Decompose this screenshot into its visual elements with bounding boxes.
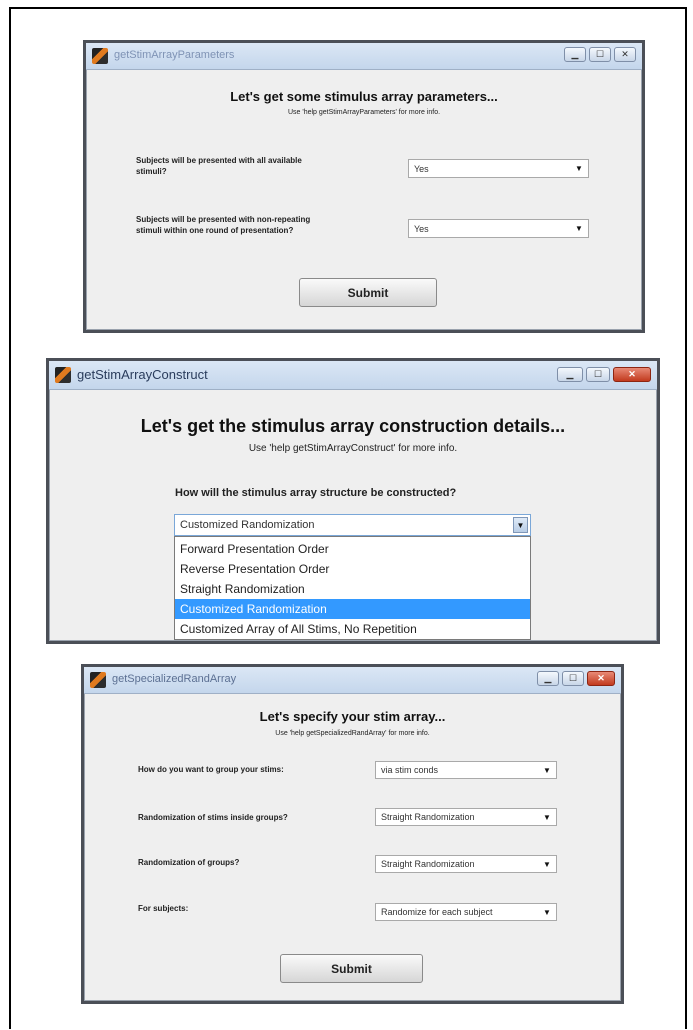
selected-value: Yes: [414, 163, 429, 174]
for-subjects-label: For subjects:: [138, 904, 189, 913]
maximize-button[interactable]: ☐: [589, 47, 611, 62]
heading: Let's get some stimulus array parameters…: [230, 89, 498, 104]
titlebar[interactable]: getSpecializedRandArray ▁ ☐ ✕: [84, 667, 621, 694]
selected-value: Straight Randomization: [381, 812, 475, 822]
heading: Let's get the stimulus array constructio…: [140, 416, 566, 436]
close-button[interactable]: ✕: [614, 47, 636, 62]
dropdown-arrow-icon[interactable]: ▼: [540, 858, 554, 870]
matlab-app-icon: [90, 672, 106, 688]
question-all-stimuli-label: Subjects will be presented with all avai…: [136, 156, 302, 176]
dropdown-option-selected[interactable]: Customized Randomization: [175, 599, 530, 619]
submit-button[interactable]: Submit: [299, 278, 437, 307]
help-hint: Use 'help getSpecializedRandArray' for m…: [275, 730, 430, 737]
all-stimuli-select[interactable]: Yes ▼: [408, 159, 589, 178]
close-button[interactable]: ✕: [587, 671, 615, 686]
selected-value: Yes: [414, 223, 429, 234]
dropdown-arrow-icon[interactable]: ▼: [540, 764, 554, 776]
minimize-button[interactable]: ▁: [537, 671, 559, 686]
window-title: getStimArrayParameters: [114, 49, 235, 61]
randomization-of-groups-label: Randomization of groups?: [138, 858, 240, 867]
window-title: getStimArrayConstruct: [77, 367, 208, 382]
construction-select[interactable]: Customized Randomization ▼: [174, 514, 531, 536]
dropdown-option[interactable]: Straight Randomization: [175, 579, 530, 599]
minimize-button[interactable]: ▁: [564, 47, 586, 62]
question-non-repeating-label: Subjects will be presented with non-repe…: [136, 215, 311, 235]
dropdown-arrow-icon[interactable]: ▼: [513, 517, 528, 533]
randomization-inside-groups-label: Randomization of stims inside groups?: [138, 813, 288, 822]
selected-value: Randomize for each subject: [381, 907, 493, 917]
matlab-app-icon: [92, 48, 108, 64]
maximize-button[interactable]: ☐: [562, 671, 584, 686]
dropdown-arrow-icon[interactable]: ▼: [540, 906, 554, 918]
randomization-of-groups-select[interactable]: Straight Randomization ▼: [375, 855, 557, 873]
minimize-button[interactable]: ▁: [557, 367, 583, 382]
dropdown-option[interactable]: Customized Array of All Stims, No Repeti…: [175, 619, 530, 639]
matlab-app-icon: [55, 367, 71, 383]
selected-value: via stim conds: [381, 765, 439, 775]
submit-button[interactable]: Submit: [280, 954, 423, 983]
heading: Let's specify your stim array...: [259, 709, 446, 724]
group-stims-select[interactable]: via stim conds ▼: [375, 761, 557, 779]
selected-value: Customized Randomization: [180, 519, 315, 531]
help-hint: Use 'help getStimArrayParameters' for mo…: [287, 109, 441, 116]
maximize-button[interactable]: ☐: [586, 367, 610, 382]
for-subjects-select[interactable]: Randomize for each subject ▼: [375, 903, 557, 921]
group-stims-label: How do you want to group your stims:: [138, 765, 284, 774]
selected-value: Straight Randomization: [381, 859, 475, 869]
randomization-inside-groups-select[interactable]: Straight Randomization ▼: [375, 808, 557, 826]
titlebar[interactable]: getStimArrayConstruct ▁ ☐ ✕: [49, 361, 657, 390]
window-specialized-rand-array: getSpecializedRandArray ▁ ☐ ✕ Let's spec…: [81, 664, 624, 1004]
window-title: getSpecializedRandArray: [112, 673, 237, 685]
titlebar[interactable]: getStimArrayParameters ▁ ☐ ✕: [86, 43, 642, 70]
window-stim-array-parameters: getStimArrayParameters ▁ ☐ ✕ Let's get s…: [83, 40, 645, 333]
window-stim-array-construct: getStimArrayConstruct ▁ ☐ ✕ Let's get th…: [46, 358, 660, 644]
dropdown-option[interactable]: Forward Presentation Order: [175, 539, 530, 559]
close-button[interactable]: ✕: [613, 367, 651, 382]
non-repeating-select[interactable]: Yes ▼: [408, 219, 589, 238]
construction-dropdown-list: Forward Presentation Order Reverse Prese…: [174, 536, 531, 640]
dropdown-option[interactable]: Reverse Presentation Order: [175, 559, 530, 579]
dropdown-arrow-icon[interactable]: ▼: [572, 162, 586, 175]
construction-question-label: How will the stimulus array structure be…: [175, 487, 457, 499]
dropdown-arrow-icon[interactable]: ▼: [572, 222, 586, 235]
dropdown-arrow-icon[interactable]: ▼: [540, 811, 554, 823]
help-hint: Use 'help getStimArrayConstruct' for mor…: [248, 443, 458, 454]
